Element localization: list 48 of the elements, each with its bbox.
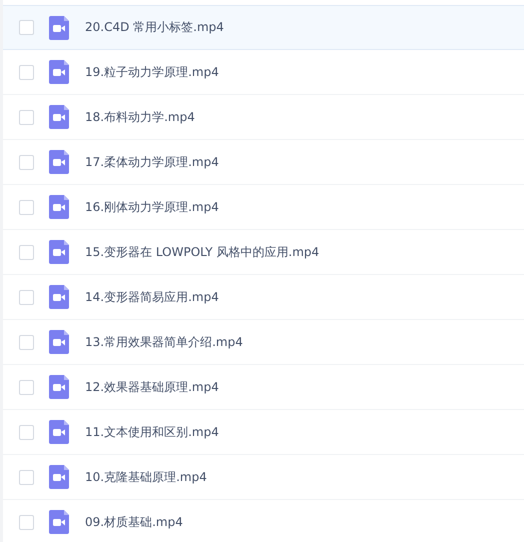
file-row[interactable]: 16.刚体动力学原理.mp4 bbox=[3, 185, 524, 230]
video-file-icon bbox=[49, 510, 69, 534]
file-row[interactable]: 20.C4D 常用小标签.mp4 bbox=[3, 5, 524, 50]
video-file-icon bbox=[49, 105, 69, 129]
checkbox[interactable] bbox=[19, 20, 34, 35]
video-file-icon bbox=[49, 420, 69, 444]
video-file-icon bbox=[49, 375, 69, 399]
video-file-icon bbox=[49, 16, 69, 40]
file-row[interactable]: 18.布料动力学.mp4 bbox=[3, 95, 524, 140]
checkbox[interactable] bbox=[19, 64, 34, 80]
checkbox[interactable] bbox=[19, 514, 34, 530]
video-file-icon bbox=[49, 285, 69, 309]
video-file-icon bbox=[49, 330, 69, 354]
video-file-icon bbox=[49, 465, 69, 489]
file-row[interactable]: 15.变形器在 LOWPOLY 风格中的应用.mp4 bbox=[3, 230, 524, 275]
file-row[interactable]: 11.文本使用和区别.mp4 bbox=[3, 410, 524, 455]
file-name[interactable]: 11.文本使用和区别.mp4 bbox=[85, 424, 219, 440]
file-name[interactable]: 17.柔体动力学原理.mp4 bbox=[85, 154, 219, 170]
checkbox[interactable] bbox=[19, 200, 34, 214]
file-name[interactable]: 10.克隆基础原理.mp4 bbox=[85, 468, 207, 486]
file-row[interactable]: 13.常用效果器简单介绍.mp4 bbox=[3, 320, 524, 365]
file-name[interactable]: 13.常用效果器简单介绍.mp4 bbox=[85, 334, 243, 350]
video-file-icon bbox=[49, 240, 69, 264]
file-name[interactable]: 16.刚体动力学原理.mp4 bbox=[85, 198, 219, 216]
file-name[interactable]: 20.C4D 常用小标签.mp4 bbox=[85, 19, 224, 36]
file-row[interactable]: 10.克隆基础原理.mp4 bbox=[3, 455, 524, 500]
file-row[interactable]: 12.效果器基础原理.mp4 bbox=[3, 365, 524, 410]
checkbox[interactable] bbox=[19, 110, 34, 124]
file-row[interactable]: 19.粒子动力学原理.mp4 bbox=[3, 50, 524, 95]
video-file-icon bbox=[49, 195, 69, 219]
file-name[interactable]: 12.效果器基础原理.mp4 bbox=[85, 378, 219, 396]
checkbox[interactable] bbox=[19, 380, 34, 394]
checkbox[interactable] bbox=[19, 154, 34, 170]
file-name[interactable]: 15.变形器在 LOWPOLY 风格中的应用.mp4 bbox=[85, 244, 320, 260]
file-row[interactable]: 17.柔体动力学原理.mp4 bbox=[3, 140, 524, 185]
checkbox[interactable] bbox=[19, 470, 34, 484]
file-name[interactable]: 09.材质基础.mp4 bbox=[85, 514, 183, 530]
checkbox[interactable] bbox=[19, 244, 34, 260]
file-row[interactable]: 14.变形器简易应用.mp4 bbox=[3, 275, 524, 320]
checkbox[interactable] bbox=[19, 290, 34, 304]
file-name[interactable]: 14.变形器简易应用.mp4 bbox=[85, 288, 219, 306]
file-row[interactable]: 09.材质基础.mp4 bbox=[3, 500, 524, 542]
file-name[interactable]: 18.布料动力学.mp4 bbox=[85, 108, 195, 126]
checkbox[interactable] bbox=[19, 334, 34, 350]
file-name[interactable]: 19.粒子动力学原理.mp4 bbox=[85, 64, 219, 80]
checkbox[interactable] bbox=[19, 424, 34, 440]
video-file-icon bbox=[49, 60, 69, 84]
video-file-icon bbox=[49, 150, 69, 174]
